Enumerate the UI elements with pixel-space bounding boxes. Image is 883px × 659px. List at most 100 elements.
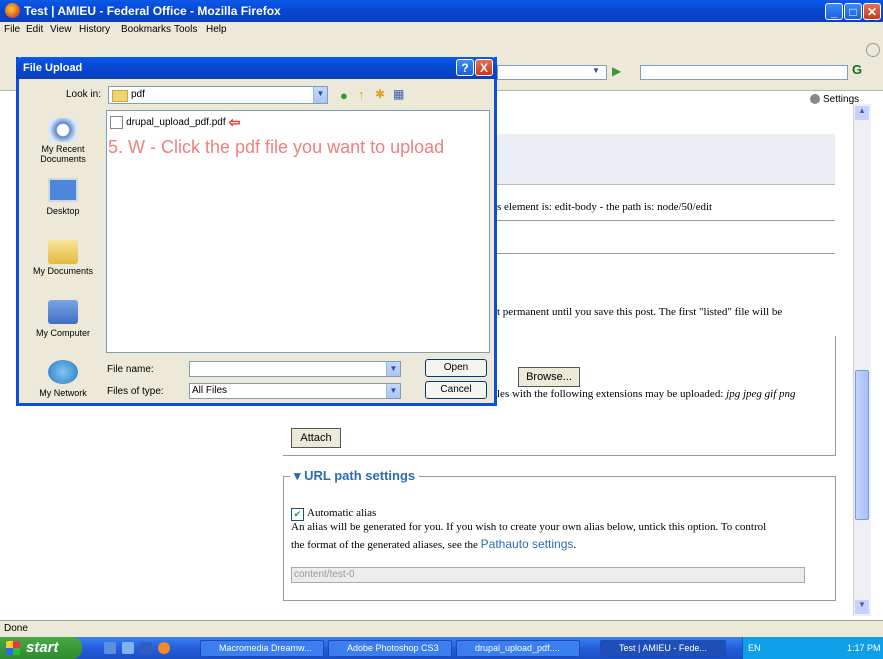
menu-tools[interactable]: Tools bbox=[174, 24, 197, 35]
look-in-value: pdf bbox=[131, 89, 145, 100]
search-engine-icon[interactable]: G bbox=[852, 62, 862, 77]
minimize-button[interactable]: _ bbox=[825, 3, 843, 20]
divider bbox=[497, 220, 835, 221]
content-box bbox=[497, 134, 835, 185]
system-tray: EN 1:17 PM bbox=[742, 637, 883, 659]
settings-icon bbox=[810, 94, 820, 104]
search-input[interactable] bbox=[640, 65, 848, 80]
fieldset-border bbox=[283, 455, 836, 456]
place-my-network[interactable]: My Network bbox=[27, 388, 99, 398]
desktop-icon[interactable] bbox=[48, 178, 78, 202]
folder-icon bbox=[112, 90, 128, 102]
look-in-select[interactable]: pdf ▼ bbox=[108, 86, 328, 104]
tray-icons[interactable] bbox=[765, 642, 845, 653]
language-indicator[interactable]: EN bbox=[748, 643, 761, 653]
path-note: s element is: edit-body - the path is: n… bbox=[497, 201, 713, 213]
open-button[interactable]: Open bbox=[425, 359, 487, 377]
menu-bookmarks[interactable]: Bookmarks bbox=[121, 24, 171, 35]
firefox-logo-icon bbox=[5, 3, 20, 18]
menu-help[interactable]: Help bbox=[206, 24, 227, 35]
quicklaunch-icon[interactable] bbox=[104, 642, 116, 654]
file-item[interactable]: drupal_upload_pdf.pdf ⇦ bbox=[110, 114, 240, 131]
file-list[interactable]: drupal_upload_pdf.pdf ⇦ 5. W - Click the… bbox=[106, 110, 490, 353]
dialog-help-button[interactable]: ? bbox=[456, 59, 474, 76]
status-bar: Done bbox=[0, 620, 883, 638]
url-path-title: URL path settings bbox=[304, 468, 416, 483]
task-photoshop[interactable]: Adobe Photoshop CS3 bbox=[328, 640, 452, 657]
pdf-file-icon bbox=[110, 116, 123, 129]
attach-note: t permanent until you save this post. Th… bbox=[497, 306, 783, 318]
file-name: drupal_upload_pdf.pdf bbox=[126, 117, 226, 128]
browse-button[interactable]: Browse... bbox=[518, 367, 580, 387]
file-name-input[interactable]: ▼ bbox=[189, 361, 401, 377]
files-of-type-select[interactable]: All Files ▼ bbox=[189, 383, 401, 399]
url-alias-input[interactable]: content/test-0 bbox=[291, 567, 805, 583]
extension-note: les with the following extensions may be… bbox=[497, 388, 796, 400]
menu-file[interactable]: File bbox=[4, 24, 20, 35]
back-icon[interactable]: ● bbox=[340, 88, 348, 103]
dialog-title: File Upload bbox=[23, 62, 83, 74]
alias-help-text: the format of the generated aliases, see… bbox=[291, 539, 478, 551]
files-of-type-value: All Files bbox=[192, 385, 228, 396]
pathauto-settings-link[interactable]: Pathauto settings bbox=[481, 537, 574, 551]
throbber-icon bbox=[866, 43, 880, 57]
quicklaunch-icon[interactable] bbox=[140, 642, 152, 654]
new-folder-icon[interactable]: ✱ bbox=[375, 87, 385, 101]
scrollbar-thumb[interactable] bbox=[855, 370, 869, 520]
url-path-legend[interactable]: ▾ URL path settings bbox=[290, 468, 420, 484]
chevron-down-icon: ▼ bbox=[386, 384, 400, 398]
files-of-type-label: Files of type: bbox=[107, 386, 164, 397]
dialog-close-button[interactable]: X bbox=[475, 59, 493, 76]
automatic-alias-checkbox[interactable]: ✔ bbox=[291, 508, 304, 521]
start-button[interactable]: start bbox=[0, 637, 82, 659]
extension-list: jpg jpeg gif png bbox=[726, 388, 796, 400]
window-title: Test | AMIEU - Federal Office - Mozilla … bbox=[24, 4, 281, 18]
alias-help-line1: An alias will be generated for you. If y… bbox=[291, 521, 767, 533]
place-my-computer[interactable]: My Computer bbox=[27, 328, 99, 338]
red-arrow-icon: ⇦ bbox=[228, 114, 241, 130]
menu-history[interactable]: History bbox=[79, 24, 110, 35]
go-arrow-icon[interactable]: ▶ bbox=[612, 64, 621, 78]
automatic-alias-label: Automatic alias bbox=[307, 507, 377, 519]
vertical-scrollbar[interactable] bbox=[853, 104, 871, 616]
divider bbox=[497, 253, 835, 254]
place-recent-documents[interactable]: My Recent Documents bbox=[27, 144, 99, 164]
maximize-button[interactable]: □ bbox=[844, 3, 862, 20]
extension-note-text: les with the following extensions may be… bbox=[497, 388, 724, 400]
quicklaunch-icon[interactable] bbox=[122, 642, 134, 654]
windows-logo-icon bbox=[6, 641, 20, 655]
close-window-button[interactable]: ✕ bbox=[863, 3, 881, 20]
url-dropdown-icon[interactable]: ▼ bbox=[592, 66, 604, 79]
menu-view[interactable]: View bbox=[50, 24, 72, 35]
cancel-button[interactable]: Cancel bbox=[425, 381, 487, 399]
menu-bar: File Edit View History Bookmarks Tools H… bbox=[0, 22, 883, 38]
alias-help-line2: the format of the generated aliases, see… bbox=[291, 537, 577, 551]
my-network-icon[interactable] bbox=[48, 360, 78, 384]
place-desktop[interactable]: Desktop bbox=[27, 206, 99, 216]
place-my-documents[interactable]: My Documents bbox=[27, 266, 99, 276]
chevron-down-icon: ▼ bbox=[313, 87, 327, 103]
scroll-down-icon[interactable]: ▼ bbox=[855, 600, 869, 614]
attach-button[interactable]: Attach bbox=[291, 428, 341, 448]
task-pdf-folder[interactable]: drupal_upload_pdf.... bbox=[456, 640, 580, 657]
fieldset-border bbox=[835, 336, 836, 456]
view-menu-icon[interactable]: ▦ bbox=[393, 87, 404, 101]
url-bar[interactable] bbox=[497, 65, 607, 80]
chevron-down-icon: ▼ bbox=[386, 362, 400, 376]
my-computer-icon[interactable] bbox=[48, 300, 78, 324]
file-name-label: File name: bbox=[107, 364, 154, 375]
clock: 1:17 PM bbox=[847, 643, 881, 653]
task-dreamweaver[interactable]: Macromedia Dreamw... bbox=[200, 640, 324, 657]
up-folder-icon[interactable]: ↑ bbox=[358, 87, 365, 102]
scroll-up-icon[interactable]: ▲ bbox=[855, 106, 869, 120]
menu-edit[interactable]: Edit bbox=[26, 24, 43, 35]
instruction-annotation: 5. W - Click the pdf file you want to up… bbox=[108, 137, 445, 157]
look-in-label: Look in: bbox=[66, 89, 102, 100]
dialog-titlebar bbox=[16, 57, 497, 79]
start-label: start bbox=[26, 639, 59, 656]
status-text: Done bbox=[4, 623, 28, 634]
quicklaunch-icon[interactable] bbox=[158, 642, 170, 654]
my-documents-icon[interactable] bbox=[48, 240, 78, 264]
recent-documents-icon[interactable] bbox=[48, 118, 78, 142]
task-firefox[interactable]: Test | AMIEU - Fede... bbox=[600, 640, 726, 657]
